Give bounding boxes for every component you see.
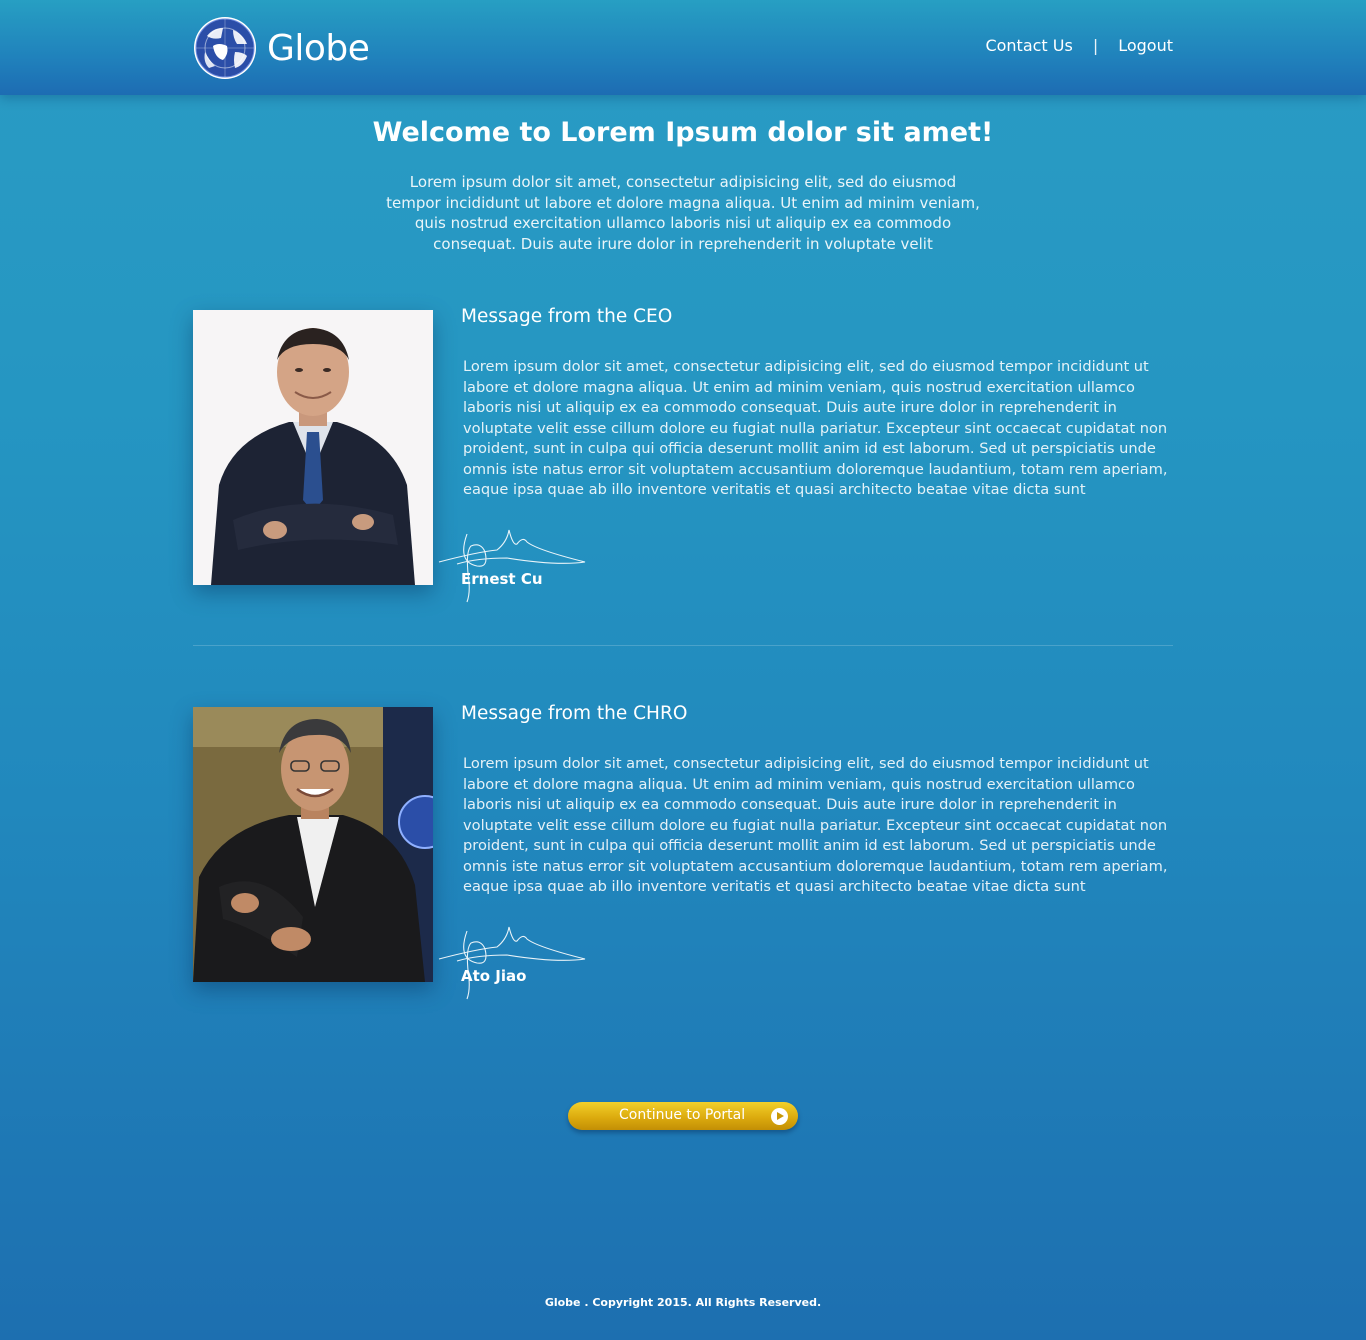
ceo-name: Ernest Cu	[461, 570, 543, 588]
ceo-message-body: Lorem ipsum dolor sit amet, consectetur …	[463, 358, 1168, 498]
play-circle-icon	[771, 1108, 788, 1125]
header-bar: Globe Contact Us | Logout	[0, 0, 1366, 95]
ceo-photo	[193, 310, 433, 585]
section-divider	[193, 645, 1173, 646]
brand-name: Globe	[267, 27, 370, 69]
chro-name: Ato Jiao	[461, 967, 527, 985]
top-nav: Contact Us | Logout	[985, 36, 1173, 55]
globe-logo-icon	[194, 17, 256, 79]
footer-copyright: Globe . Copyright 2015. All Rights Reser…	[544, 1296, 822, 1309]
chro-photo	[193, 707, 433, 982]
intro-paragraph: Lorem ipsum dolor sit amet, consectetur …	[386, 173, 980, 253]
nav-separator: |	[1092, 36, 1099, 55]
chro-message-body: Lorem ipsum dolor sit amet, consectetur …	[463, 755, 1168, 895]
ceo-signature-icon	[438, 529, 586, 603]
continue-button-label: Continue to Portal	[619, 1107, 746, 1123]
ceo-message-title: Message from the CEO	[461, 306, 673, 327]
page-title: Welcome to Lorem Ipsum dolor sit amet!	[372, 117, 994, 148]
brand-logo[interactable]: Globe	[193, 15, 370, 81]
contact-us-link[interactable]: Contact Us	[985, 36, 1072, 55]
chro-signature-icon	[438, 926, 586, 1000]
chro-message-title: Message from the CHRO	[461, 703, 688, 724]
logout-link[interactable]: Logout	[1118, 36, 1173, 55]
continue-to-portal-button[interactable]: Continue to Portal	[568, 1102, 798, 1130]
